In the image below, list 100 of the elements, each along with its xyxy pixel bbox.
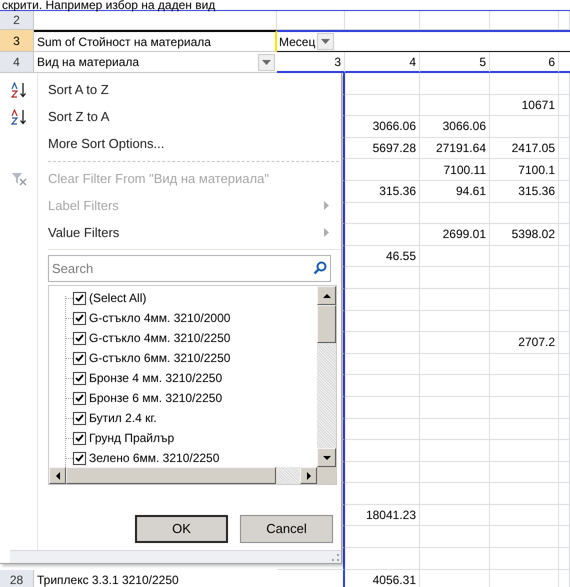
vertical-scrollbar[interactable] — [317, 286, 336, 467]
cancel-button[interactable]: Cancel — [240, 515, 333, 543]
table-cell — [420, 440, 490, 462]
table-cell — [420, 462, 490, 484]
dropdown-button[interactable] — [317, 33, 334, 50]
table-cell: 7100.1 — [490, 159, 559, 181]
table-cell: 4056.31 — [345, 570, 420, 587]
row-header: 28 — [0, 570, 34, 587]
search-field[interactable]: Search — [48, 255, 331, 282]
table-cell: 3066.06 — [345, 116, 420, 138]
caret-icon — [321, 39, 330, 44]
table-cell: Sum of Стойност на материала — [34, 30, 277, 52]
checkbox[interactable] — [73, 412, 86, 424]
checkbox[interactable] — [73, 292, 86, 304]
table-cell — [420, 202, 490, 224]
table-cell: 315.36 — [490, 180, 559, 203]
table-cell — [490, 526, 559, 548]
checkbox[interactable] — [73, 452, 86, 464]
table-cell — [559, 116, 570, 138]
resize-grip-icon — [331, 554, 339, 562]
value-option[interactable]: (Select All) — [73, 289, 146, 307]
value-option[interactable]: Бронзе 4 мм. 3210/2250 — [73, 369, 222, 387]
table-cell — [490, 375, 559, 397]
checkbox[interactable] — [73, 392, 86, 404]
table-cell — [420, 504, 490, 526]
table-cell — [559, 159, 570, 181]
table-cell — [559, 30, 570, 52]
table-cell — [420, 548, 490, 570]
table-cell — [559, 180, 570, 203]
table-cell — [420, 94, 490, 116]
table-cell — [559, 375, 570, 397]
table-cell — [420, 375, 490, 397]
value-option[interactable]: G-стъкло 6мм. 3210/2250 — [73, 349, 230, 367]
value-option[interactable]: G-стъкло 4мм. 3210/2250 — [73, 329, 230, 347]
table-cell — [490, 202, 559, 224]
table-cell — [490, 11, 559, 30]
row-field-label: Вид на материала — [37, 54, 140, 71]
row-header: 3 — [0, 30, 34, 52]
table-cell — [490, 462, 559, 484]
table-cell — [420, 332, 490, 354]
table-cell: 94.61 — [420, 180, 490, 203]
value-option[interactable]: Бронзе 6 мм. 3210/2250 — [73, 389, 222, 407]
table-cell — [420, 396, 490, 418]
row-header: 4 — [0, 52, 34, 73]
value-option[interactable]: Грунд Прайлър — [73, 429, 174, 447]
search-icon — [313, 261, 327, 275]
table-cell — [490, 246, 559, 268]
table-cell — [420, 11, 490, 30]
table-cell — [490, 548, 559, 570]
table-cell — [277, 11, 345, 30]
value-option[interactable]: G-стъкло 4мм. 3210/2000 — [73, 309, 230, 327]
menu-item[interactable]: More Sort Options... — [0, 130, 341, 157]
horizontal-scrollbar[interactable] — [49, 467, 317, 484]
menu-item[interactable]: Sort A to Z — [0, 76, 341, 103]
table-cell — [490, 440, 559, 462]
table-cell — [490, 267, 559, 289]
scrollbar-thumb[interactable] — [317, 305, 336, 343]
menu-item[interactable]: Value Filters — [0, 219, 341, 246]
caret-icon — [262, 60, 271, 64]
checkbox[interactable] — [73, 432, 86, 444]
checkbox[interactable] — [73, 312, 86, 324]
table-cell — [559, 418, 570, 440]
table-cell: Триплекс 3.3.1 3210/2250 — [34, 570, 277, 587]
table-cell: 5697.28 — [345, 138, 420, 160]
table-cell — [490, 310, 559, 332]
clear-filter-icon — [11, 172, 27, 186]
ok-button[interactable]: OK — [135, 515, 228, 543]
table-cell — [559, 224, 570, 246]
table-cell — [420, 73, 490, 95]
column-field-label: Месец — [279, 34, 316, 50]
dropdown-button[interactable] — [258, 54, 275, 70]
month-header: 4 — [345, 52, 420, 73]
checkbox[interactable] — [73, 352, 86, 364]
table-cell — [559, 440, 570, 462]
row-header: 2 — [0, 11, 34, 30]
table-cell — [559, 354, 570, 376]
caption-text: скрити. Например избор на даден вид — [1, 0, 216, 10]
menu-item[interactable]: Sort Z to A — [0, 103, 341, 130]
table-cell: 2707.2 — [490, 332, 559, 354]
checkbox[interactable] — [73, 372, 86, 384]
scroll-right-icon — [306, 472, 310, 480]
table-cell — [490, 288, 559, 311]
table-cell — [559, 526, 570, 548]
table-cell — [490, 483, 559, 505]
value-option[interactable]: Зелено 6мм. 3210/2250 — [73, 449, 220, 467]
table-cell — [420, 418, 490, 440]
table-cell — [559, 396, 570, 418]
month-header: 6 — [490, 52, 559, 73]
checkbox[interactable] — [73, 332, 86, 344]
table-cell — [420, 246, 490, 268]
sort-ascending-icon — [10, 82, 28, 98]
table-cell: 5398.02 — [490, 224, 559, 246]
scroll-left-icon — [56, 472, 60, 480]
table-cell — [559, 267, 570, 289]
value-option[interactable]: Бутил 2.4 кг. — [73, 409, 157, 427]
table-cell — [420, 483, 490, 505]
table-cell — [420, 354, 490, 376]
scrollbar-thumb[interactable] — [66, 467, 276, 484]
table-cell — [559, 504, 570, 526]
table-cell — [559, 94, 570, 116]
